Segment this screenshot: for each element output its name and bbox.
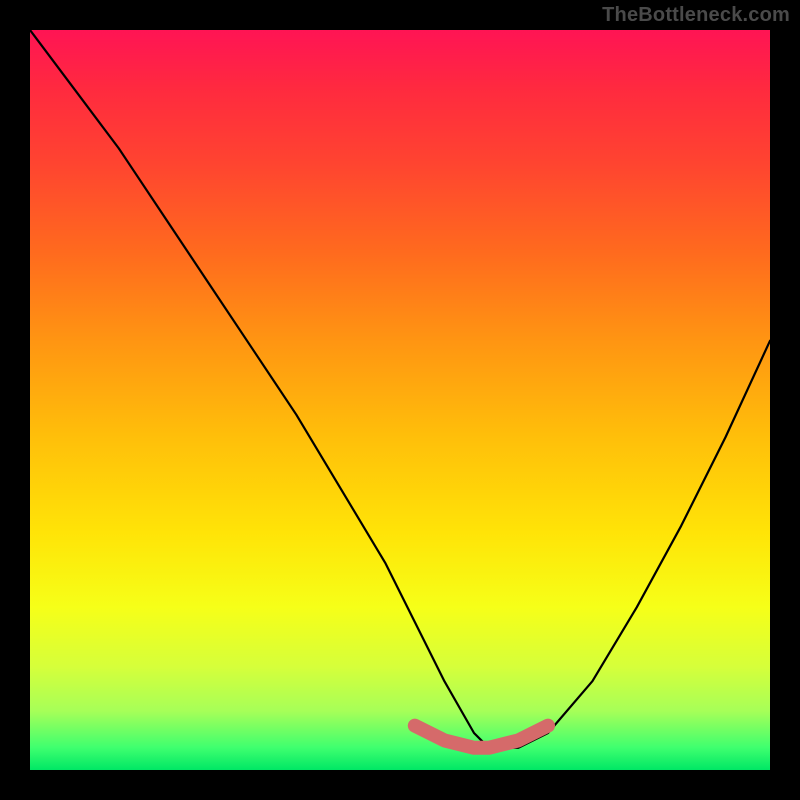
chart-frame: TheBottleneck.com xyxy=(0,0,800,800)
bottleneck-curve xyxy=(30,30,770,748)
attribution-label: TheBottleneck.com xyxy=(602,4,790,27)
plot-area xyxy=(30,30,770,770)
curve-layer xyxy=(30,30,770,770)
target-band xyxy=(415,726,548,748)
